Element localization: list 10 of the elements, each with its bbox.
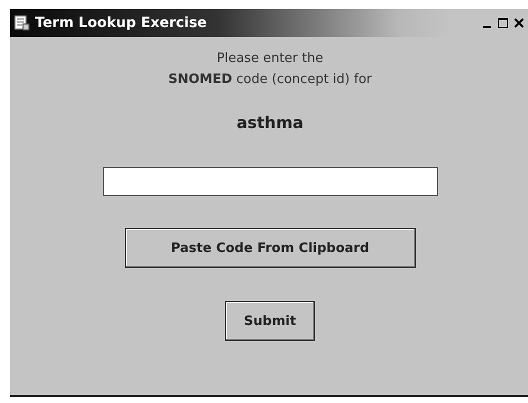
code-input-field[interactable] bbox=[102, 167, 438, 196]
submit-button[interactable]: Submit bbox=[225, 301, 315, 341]
prompt-text: SNOMED code (concept id) for bbox=[168, 72, 372, 87]
maximize-icon[interactable] bbox=[496, 16, 510, 30]
app-icon bbox=[14, 15, 30, 31]
close-icon[interactable] bbox=[512, 16, 526, 30]
window-title: Term Lookup Exercise bbox=[35, 15, 207, 31]
paste-button[interactable]: Paste Code From Clipboard bbox=[124, 228, 416, 268]
prompt-text: Please enter the bbox=[216, 51, 324, 66]
term-label: asthma bbox=[236, 113, 304, 132]
